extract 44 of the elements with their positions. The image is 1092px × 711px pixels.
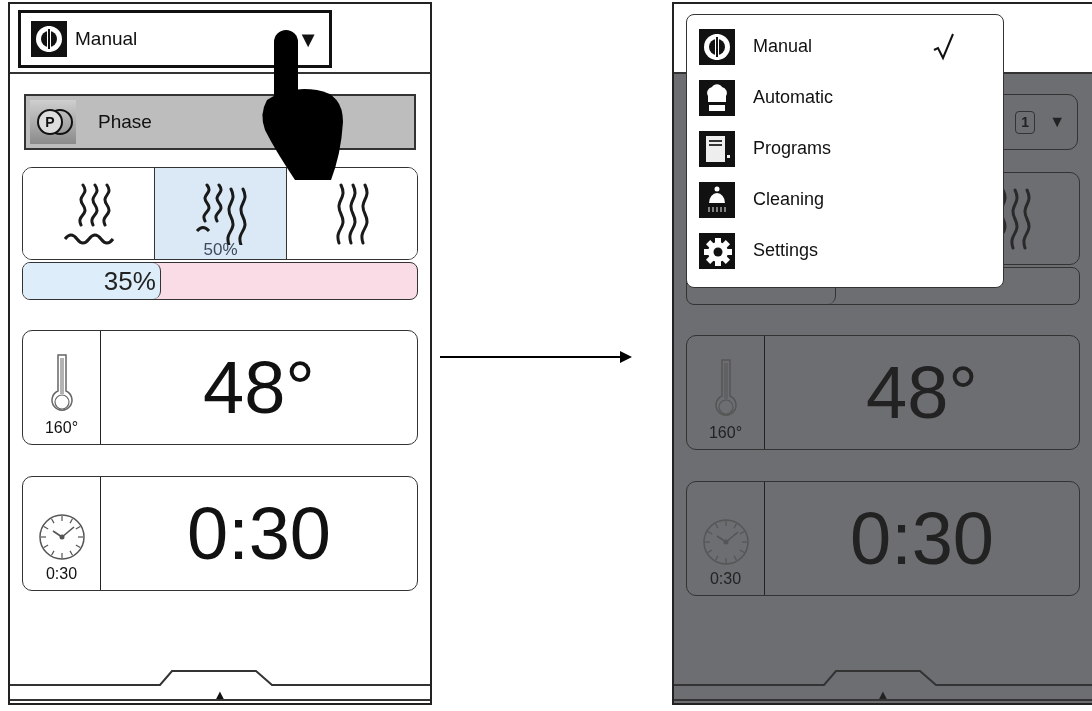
- menu-item-label: Manual: [753, 35, 813, 58]
- timer-setpoint: 0:30: [709, 569, 742, 589]
- humidity-reading: 35%: [23, 263, 161, 299]
- phase-icon: P: [30, 100, 76, 144]
- steam-mode-option[interactable]: 50%: [154, 168, 286, 259]
- temperature-setpoint: 160°: [44, 418, 79, 438]
- menu-item-label: Programs: [753, 137, 832, 160]
- humidity-bar[interactable]: 35%: [22, 262, 418, 300]
- mode-icon: [31, 21, 67, 57]
- clock-icon: [36, 512, 87, 562]
- mode-label: Manual: [75, 26, 138, 51]
- temperature-card[interactable]: 160° 48°: [22, 330, 418, 445]
- menu-item[interactable]: Automatic: [699, 72, 1003, 123]
- shower-icon: [699, 181, 735, 218]
- menu-item[interactable]: Settings: [699, 225, 1003, 276]
- steam-mode-option[interactable]: [285, 168, 417, 259]
- phase-label: Phase: [98, 109, 152, 134]
- temperature-setpoint: 160°: [708, 423, 743, 443]
- document-icon: [699, 130, 735, 167]
- steam-percentage: 50%: [203, 241, 238, 258]
- menu-item-label: Cleaning: [753, 188, 825, 211]
- steam-icon: [62, 182, 115, 245]
- mode-dropdown[interactable]: Manual ▼: [18, 10, 332, 68]
- timer-value: 0:30: [187, 491, 331, 577]
- expand-caret[interactable]: ▲: [213, 688, 227, 701]
- temperature-value: 48°: [203, 345, 315, 431]
- chef-hat-icon: [699, 79, 735, 116]
- clock-icon: [700, 517, 751, 567]
- hot-air-icon: [334, 182, 369, 245]
- timer-value: 0:30: [850, 496, 994, 582]
- mode-icon: [699, 28, 735, 65]
- caret-icon: ▼: [297, 22, 319, 56]
- timer-card[interactable]: 0:30 0:30: [22, 476, 418, 591]
- temperature-value: 48°: [866, 350, 978, 436]
- settings-icon: [699, 232, 735, 269]
- menu-item-label: Automatic: [753, 86, 834, 109]
- menu-item[interactable]: Manual: [699, 21, 1003, 72]
- combi-steam-icon: [194, 182, 247, 245]
- phase-number: 1: [1015, 110, 1036, 134]
- menu-item[interactable]: Programs: [699, 123, 1003, 174]
- timer-setpoint: 0:30: [45, 564, 78, 584]
- menu-item-label: Settings: [753, 239, 819, 262]
- menu-item[interactable]: Cleaning: [699, 174, 1003, 225]
- caret-icon: ▼: [1049, 110, 1065, 134]
